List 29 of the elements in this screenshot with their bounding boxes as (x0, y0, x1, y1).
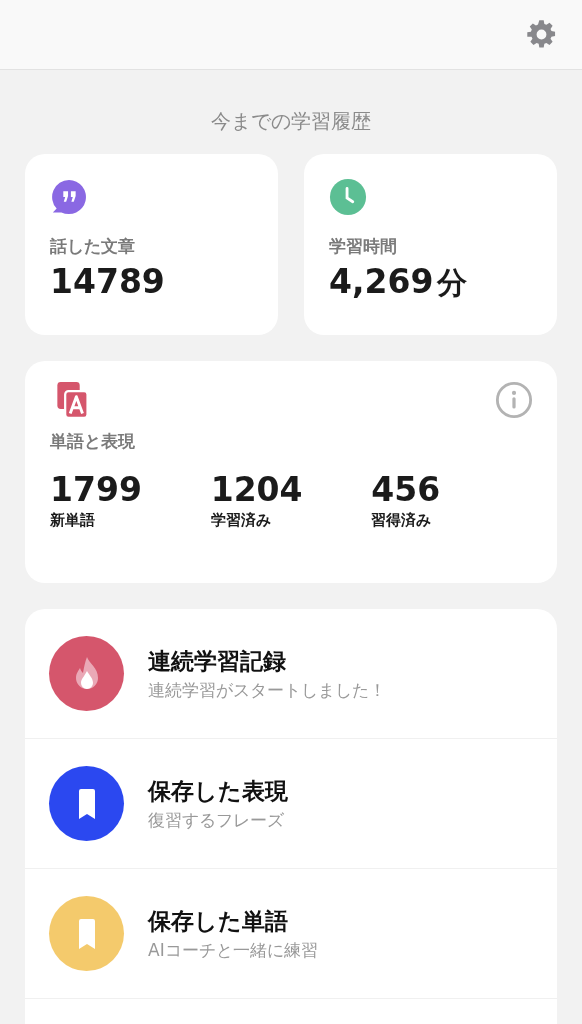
stat-unit: 分 (437, 264, 468, 302)
stat-label: 話した文章 (50, 235, 136, 258)
stat-card[interactable]: 話した文章 14789 (25, 154, 278, 335)
menu-item[interactable]: 保存した単語 AIコーチと一緒に練習 (25, 869, 557, 999)
count-label: 学習済み (210, 510, 272, 531)
vocab-label: 単語と表現 (50, 430, 136, 453)
speech-bubble-icon (50, 178, 88, 216)
count-value: 1799 (50, 471, 143, 509)
menu-subtitle: AIコーチと一緒に練習 (148, 938, 318, 962)
section-title: 今までの学習履歴 (210, 108, 372, 134)
menu-item[interactable]: 保存した表現 復習するフレーズ (25, 739, 557, 869)
info-icon[interactable] (495, 381, 533, 419)
stat-value: 14789 (50, 261, 165, 303)
count-label: 新単語 (50, 510, 96, 531)
menu-title: 連続学習記録 (148, 646, 287, 676)
count-value: 1204 (210, 471, 304, 509)
clock-icon (329, 178, 367, 216)
menu-item[interactable]: 連続学習記録 連続学習がスタートしました！ (25, 609, 557, 739)
menu-subtitle: 復習するフレーズ (148, 808, 285, 832)
stat-label: 学習時間 (329, 235, 398, 258)
menu-title: 保存した単語 (148, 906, 289, 936)
stat-value: 4,269 (329, 261, 434, 303)
count-value: 456 (371, 471, 442, 509)
vocab-card[interactable]: 単語と表現 1799 新単語 1204 学習済み 456 習得済み (25, 361, 557, 583)
menu-subtitle: 連続学習がスタートしました！ (148, 678, 386, 702)
count-label: 習得済み (371, 510, 433, 531)
settings-icon[interactable] (526, 19, 557, 50)
stat-card[interactable]: 学習時間 4,269分 (304, 154, 557, 335)
menu-title: 保存した表現 (148, 776, 288, 806)
